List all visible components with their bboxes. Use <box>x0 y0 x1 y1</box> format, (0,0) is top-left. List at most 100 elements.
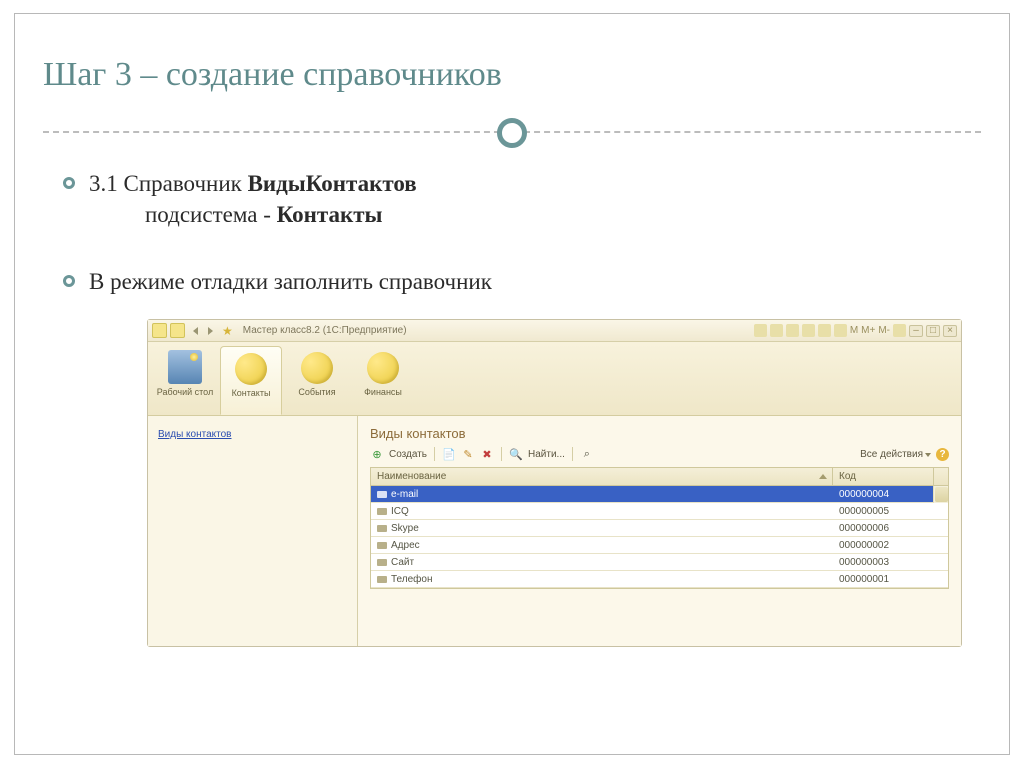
row-name-text: Skype <box>391 523 419 534</box>
column-name-header[interactable]: Наименование <box>371 468 833 485</box>
table-row[interactable]: ICQ 000000005 <box>371 503 948 520</box>
cell-name: e-mail <box>371 489 833 500</box>
app-window: ★ Мастер класс8.2 (1С:Предприятие) М М+ … <box>147 319 962 647</box>
tab-label: Контакты <box>223 389 279 399</box>
find-button[interactable]: Найти... <box>528 449 565 460</box>
favorites-icon[interactable]: ★ <box>222 324 233 338</box>
item-icon <box>377 542 387 549</box>
toolbar-chip-icon[interactable] <box>770 324 783 337</box>
cell-code: 000000004 <box>833 489 933 500</box>
window-maximize-button[interactable]: □ <box>926 325 940 337</box>
tab-events[interactable]: События <box>286 346 348 415</box>
sort-asc-icon <box>819 474 827 479</box>
separator <box>572 447 573 461</box>
toolbar-chip-icon[interactable] <box>893 324 906 337</box>
cell-name: Адрес <box>371 540 833 551</box>
separator <box>434 447 435 461</box>
bullet-2-text: В режиме отладки заполнить справочник <box>89 269 492 294</box>
grid-body: e-mail000000004 ICQ 000000005 Skype 00000000… <box>371 486 948 588</box>
scroll-header <box>933 468 948 485</box>
divider-circle-icon <box>497 118 527 148</box>
panel-toolbar: ⊕ Создать 📄 ✎ ✖ 🔍 Найти... ⌕ Вс <box>370 447 949 461</box>
sidebar-link-contact-types[interactable]: Виды контактов <box>158 429 232 440</box>
item-icon <box>377 576 387 583</box>
cell-name: ICQ <box>371 506 833 517</box>
tab-desktop[interactable]: Рабочий стол <box>154 346 216 415</box>
window-minimize-button[interactable]: – <box>909 325 923 337</box>
sphere-icon <box>301 352 333 384</box>
toolbar-chip-icon[interactable] <box>834 324 847 337</box>
tab-label: События <box>288 388 346 398</box>
cell-code: 000000006 <box>833 523 933 534</box>
clear-filter-icon[interactable]: ⌕ <box>580 447 594 461</box>
toolbar-chip-icon[interactable] <box>802 324 815 337</box>
bullet-2: В режиме отладки заполнить справочник <box>67 266 969 297</box>
row-scroll-gutter <box>933 486 948 503</box>
bullet-1-text: 3.1 Справочник <box>89 171 248 196</box>
table-row[interactable]: Телефон000000001 <box>371 571 948 588</box>
cell-code: 000000002 <box>833 540 933 551</box>
column-code-header[interactable]: Код <box>833 468 933 485</box>
column-name-label: Наименование <box>377 471 446 482</box>
calc-m[interactable]: М <box>850 325 858 336</box>
edit-icon[interactable]: ✎ <box>461 447 475 461</box>
all-actions-button[interactable]: Все действия <box>860 449 931 460</box>
row-name-text: Сайт <box>391 557 414 568</box>
tab-contacts[interactable]: Контакты <box>220 346 282 415</box>
copy-icon[interactable]: 📄 <box>442 447 456 461</box>
tab-finances[interactable]: Финансы <box>352 346 414 415</box>
main-area: Виды контактов ⊕ Создать 📄 ✎ ✖ 🔍 Найти..… <box>358 416 961 646</box>
item-icon <box>377 491 387 498</box>
grid-header: Наименование Код <box>371 468 948 486</box>
desktop-icon <box>168 350 202 384</box>
separator <box>501 447 502 461</box>
toolbar-chip-icon[interactable] <box>818 324 831 337</box>
title-divider <box>15 118 1009 148</box>
bullet-dot-icon <box>63 177 75 189</box>
slide-content: 3.1 Справочник ВидыКонтактов подсистема … <box>15 148 1009 647</box>
panel-title: Виды контактов <box>370 426 949 441</box>
cell-name: Сайт <box>371 557 833 568</box>
create-button[interactable]: Создать <box>389 449 427 460</box>
toolbar-chip-icon[interactable] <box>754 324 767 337</box>
bullet-1-bold: ВидыКонтактов <box>248 171 417 196</box>
table-row[interactable]: Сайт 000000003 <box>371 554 948 571</box>
bullet-dot-icon <box>63 275 75 287</box>
create-icon[interactable]: ⊕ <box>370 447 384 461</box>
row-name-text: ICQ <box>391 506 409 517</box>
table-row[interactable]: e-mail000000004 <box>371 486 948 503</box>
titlebar-right: М М+ М- – □ × <box>754 324 957 337</box>
slide-frame: Шаг 3 – создание справочников 3.1 Справо… <box>14 13 1010 755</box>
cell-code: 000000003 <box>833 557 933 568</box>
toolbar-generic-icon[interactable] <box>170 323 185 338</box>
bullet-1-sub-text: подсистема - <box>145 202 277 227</box>
delete-icon[interactable]: ✖ <box>480 447 494 461</box>
sidebar: Виды контактов <box>148 416 358 646</box>
sphere-icon <box>235 353 267 385</box>
cell-name: Телефон <box>371 574 833 585</box>
cell-name: Skype <box>371 523 833 534</box>
row-name-text: Адрес <box>391 540 420 551</box>
app-body: Виды контактов Виды контактов ⊕ Создать … <box>148 416 961 646</box>
nav-forward-icon[interactable] <box>208 327 213 335</box>
cell-code: 000000005 <box>833 506 933 517</box>
calc-m-minus[interactable]: М- <box>878 325 890 336</box>
search-icon[interactable]: 🔍 <box>509 447 523 461</box>
sphere-icon <box>367 352 399 384</box>
calc-m-plus[interactable]: М+ <box>861 325 875 336</box>
table-row[interactable]: Skype 000000006 <box>371 520 948 537</box>
table-row[interactable]: Адрес 000000002 <box>371 537 948 554</box>
slide-title: Шаг 3 – создание справочников <box>15 14 1009 108</box>
column-code-label: Код <box>839 471 856 482</box>
bullet-1-sub-bold: Контакты <box>277 202 383 227</box>
tab-label: Рабочий стол <box>156 388 214 398</box>
chevron-down-icon <box>925 453 931 457</box>
window-title: Мастер класс8.2 (1С:Предприятие) <box>243 325 754 336</box>
window-close-button[interactable]: × <box>943 325 957 337</box>
nav-back-icon[interactable] <box>193 327 198 335</box>
item-icon <box>377 508 387 515</box>
scroll-thumb[interactable] <box>935 487 948 502</box>
item-icon <box>377 559 387 566</box>
toolbar-chip-icon[interactable] <box>786 324 799 337</box>
help-icon[interactable]: ? <box>936 448 949 461</box>
